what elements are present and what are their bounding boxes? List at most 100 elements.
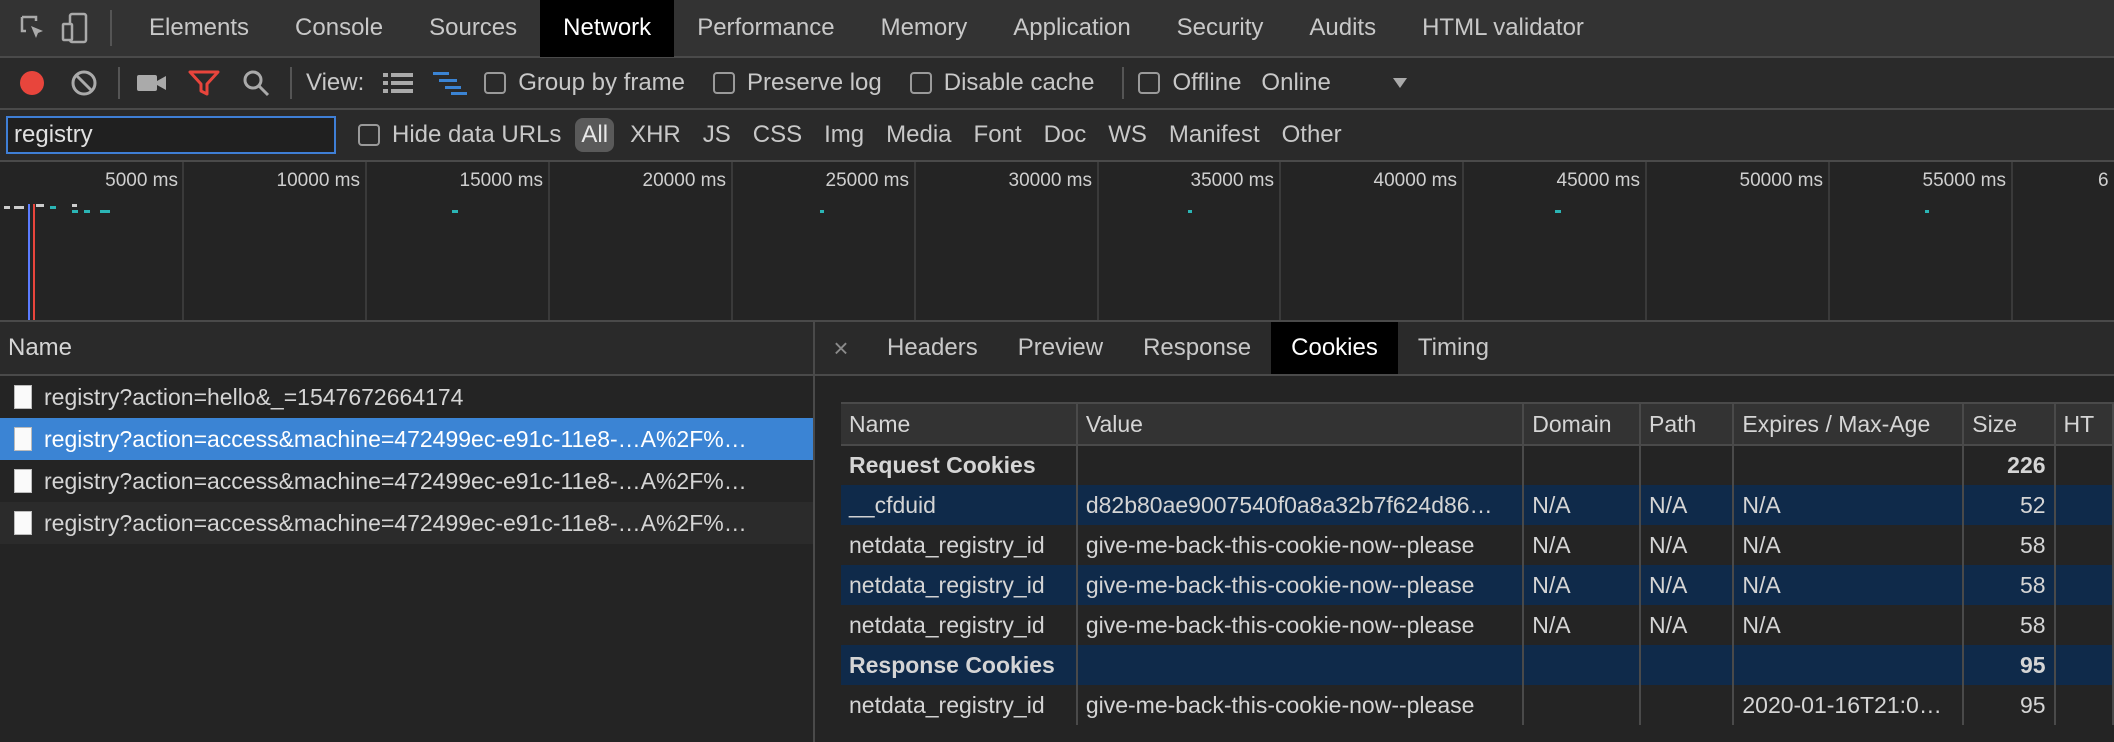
- tab-memory[interactable]: Memory: [858, 0, 991, 57]
- toolbar-separator: [118, 67, 120, 99]
- request-row[interactable]: registry?action=access&machine=472499ec-…: [0, 502, 813, 544]
- filter-type-other[interactable]: Other: [1276, 118, 1348, 152]
- tab-response[interactable]: Response: [1123, 322, 1271, 374]
- filter-type-manifest[interactable]: Manifest: [1163, 118, 1266, 152]
- tab-elements[interactable]: Elements: [126, 0, 272, 57]
- throttling-select[interactable]: Online: [1261, 69, 1409, 97]
- hide-data-urls-checkbox[interactable]: Hide data URLs: [358, 121, 561, 149]
- request-row[interactable]: registry?action=access&machine=472499ec-…: [0, 460, 813, 502]
- cookie-value: [1076, 645, 1525, 685]
- close-icon[interactable]: ×: [815, 333, 867, 364]
- cookie-name: netdata_registry_id: [841, 525, 1078, 565]
- col-domain[interactable]: Domain: [1523, 402, 1641, 446]
- filter-type-media[interactable]: Media: [880, 118, 957, 152]
- filter-type-img[interactable]: Img: [818, 118, 870, 152]
- tab-application[interactable]: Application: [990, 0, 1153, 57]
- checkbox-box[interactable]: [909, 72, 932, 94]
- filter-type-css[interactable]: CSS: [747, 118, 808, 152]
- devtools-tabbar: Elements Console Sources Network Perform…: [0, 0, 2114, 58]
- tab-network[interactable]: Network: [540, 0, 675, 57]
- cookie-row[interactable]: netdata_registry_id give-me-back-this-co…: [841, 565, 2114, 605]
- cookie-path: [1640, 645, 1735, 685]
- tab-performance[interactable]: Performance: [674, 0, 857, 57]
- timeline-overview[interactable]: 5000 ms 10000 ms 15000 ms 20000 ms 25000…: [0, 162, 2114, 322]
- preserve-log-checkbox[interactable]: Preserve log: [713, 69, 882, 97]
- filter-type-doc[interactable]: Doc: [1038, 118, 1093, 152]
- clear-icon[interactable]: [66, 57, 102, 109]
- timeline-mark: [1925, 210, 1929, 213]
- large-request-rows-icon[interactable]: [380, 57, 416, 109]
- cookie-size: 95: [1963, 685, 2056, 725]
- overview-waterfall-icon[interactable]: [432, 57, 468, 109]
- checkbox-box[interactable]: [713, 72, 735, 94]
- filter-type-xhr[interactable]: XHR: [624, 118, 687, 152]
- network-toolbar: View: Group by frame Preserve log Disabl…: [0, 58, 2114, 110]
- timeline-gridline: [1097, 162, 1099, 320]
- timeline-mark: [1555, 210, 1561, 213]
- request-name: registry?action=access&machine=472499ec-…: [44, 425, 747, 452]
- timeline-gridline: [182, 162, 184, 320]
- cookie-row[interactable]: netdata_registry_id give-me-back-this-co…: [841, 525, 2114, 565]
- inspect-element-icon[interactable]: [12, 0, 54, 57]
- timeline-gridline: [1828, 162, 1830, 320]
- record-button[interactable]: [14, 57, 50, 109]
- device-toolbar-icon[interactable]: [54, 0, 96, 57]
- timeline-mark: [72, 204, 77, 207]
- col-http[interactable]: HT: [2054, 402, 2114, 446]
- request-row[interactable]: registry?action=access&machine=472499ec-…: [0, 418, 813, 460]
- cookie-expires: N/A: [1733, 485, 1965, 525]
- tab-audits[interactable]: Audits: [1286, 0, 1399, 57]
- tab-headers[interactable]: Headers: [867, 322, 998, 374]
- group-by-frame-checkbox[interactable]: Group by frame: [484, 69, 685, 97]
- col-size[interactable]: Size: [1963, 402, 2056, 446]
- offline-label: Offline: [1172, 69, 1242, 96]
- tab-security[interactable]: Security: [1154, 0, 1287, 57]
- cookie-value: give-me-back-this-cookie-now--please: [1076, 685, 1525, 725]
- tab-cookies[interactable]: Cookies: [1271, 322, 1398, 374]
- timeline-gridline: [914, 162, 916, 320]
- filter-type-js[interactable]: JS: [697, 118, 737, 152]
- cookie-expires: N/A: [1733, 565, 1965, 605]
- tab-html-validator[interactable]: HTML validator: [1399, 0, 1607, 57]
- dom-content-loaded-line: [28, 204, 30, 320]
- tab-timing[interactable]: Timing: [1398, 322, 1509, 374]
- cookie-value: d82b80ae9007540f0a8a32b7f624d86…: [1076, 485, 1525, 525]
- disable-cache-checkbox[interactable]: Disable cache: [909, 69, 1094, 97]
- filter-type-ws[interactable]: WS: [1102, 118, 1153, 152]
- cookies-table: Name Value Domain Path Expires / Max-Age…: [841, 402, 2114, 725]
- timeline-tick-label: 6: [2098, 170, 2109, 191]
- cookie-domain: [1523, 645, 1641, 685]
- offline-checkbox[interactable]: Offline: [1138, 69, 1241, 97]
- filter-input[interactable]: [6, 116, 336, 154]
- timeline-mark: [100, 210, 110, 213]
- cookie-row[interactable]: __cfduid d82b80ae9007540f0a8a32b7f624d86…: [841, 485, 2114, 525]
- checkbox-box[interactable]: [1138, 72, 1161, 94]
- col-path[interactable]: Path: [1640, 402, 1735, 446]
- col-value[interactable]: Value: [1076, 402, 1525, 446]
- cookie-name: netdata_registry_id: [841, 605, 1078, 645]
- request-row[interactable]: registry?action=hello&_=1547672664174: [0, 376, 813, 418]
- cookie-group-row: Response Cookies 95: [841, 645, 2114, 685]
- tab-sources[interactable]: Sources: [406, 0, 540, 57]
- toolbar-separator: [290, 67, 292, 99]
- cookie-name: Request Cookies: [841, 445, 1078, 485]
- filter-type-all[interactable]: All: [575, 118, 615, 152]
- checkbox-box[interactable]: [484, 72, 507, 94]
- filter-type-font[interactable]: Font: [968, 118, 1028, 152]
- cookie-row[interactable]: netdata_registry_id give-me-back-this-co…: [841, 685, 2114, 725]
- cookie-expires: 2020-01-16T21:0…: [1733, 685, 1965, 725]
- col-expires[interactable]: Expires / Max-Age: [1733, 402, 1965, 446]
- search-icon[interactable]: [238, 57, 274, 109]
- timeline-mark: [452, 210, 458, 213]
- cookie-size: 58: [1963, 565, 2056, 605]
- tab-preview[interactable]: Preview: [998, 322, 1123, 374]
- col-name[interactable]: Name: [841, 402, 1078, 446]
- tab-console[interactable]: Console: [272, 0, 406, 57]
- filter-icon[interactable]: [186, 57, 222, 109]
- cookie-row[interactable]: netdata_registry_id give-me-back-this-co…: [841, 605, 2114, 645]
- capture-screenshots-icon[interactable]: [134, 57, 170, 109]
- checkbox-box[interactable]: [358, 124, 380, 146]
- cookie-expires: N/A: [1733, 525, 1965, 565]
- name-column-header[interactable]: Name: [0, 322, 813, 376]
- tabbar-separator: [110, 10, 112, 46]
